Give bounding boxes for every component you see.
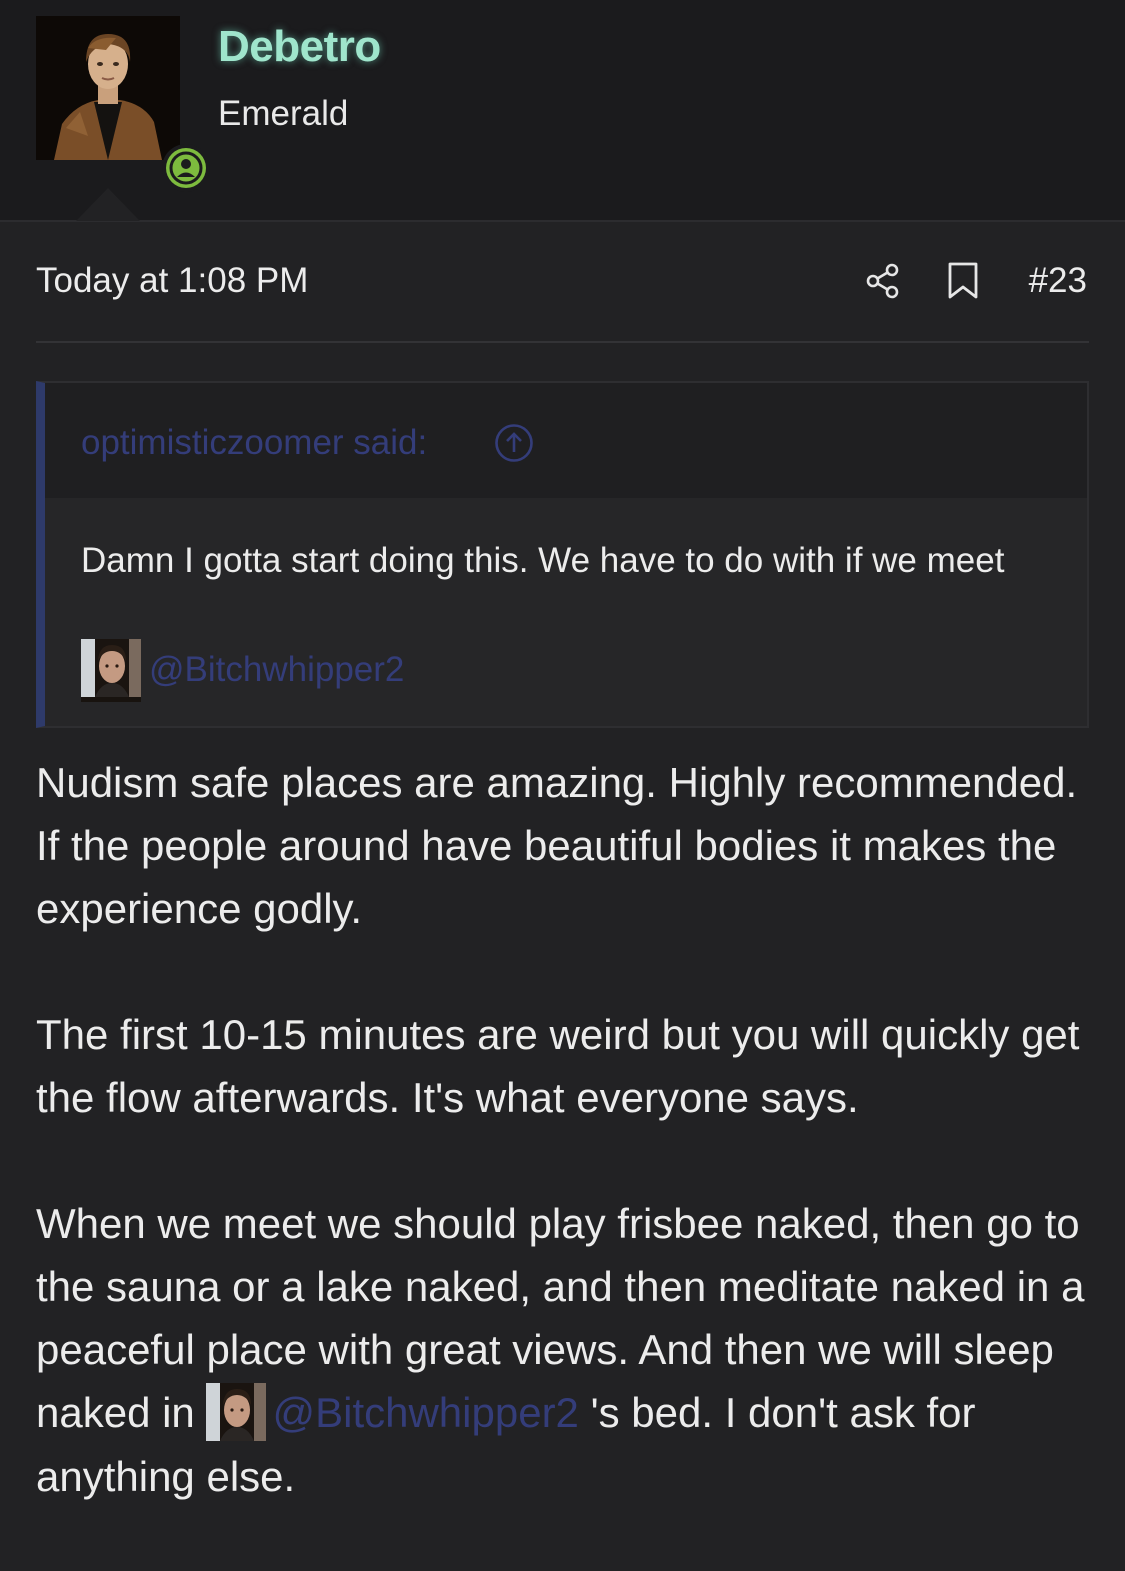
mention-avatar — [81, 638, 141, 702]
meta-divider — [36, 341, 1089, 343]
user-avatar-photo-icon — [36, 16, 180, 160]
avatar[interactable] — [36, 16, 180, 160]
online-user-icon — [166, 148, 206, 188]
quote-text: Damn I gotta start doing this. We have t… — [81, 541, 1005, 580]
quote-header: optimisticzoomer said: — [45, 383, 1087, 498]
username[interactable]: Debetro — [218, 22, 381, 72]
arrow-up-circle-icon[interactable] — [494, 423, 534, 468]
quote-block: optimisticzoomer said: Damn I gotta star… — [36, 381, 1089, 728]
quote-author-link[interactable]: optimisticzoomer said: — [81, 423, 427, 463]
bookmark-icon[interactable] — [947, 262, 979, 305]
avatar-wrapper — [36, 16, 210, 192]
mention-avatar — [206, 1382, 267, 1441]
post-timestamp[interactable]: Today at 1:08 PM — [36, 261, 308, 301]
user-title: Emerald — [218, 94, 349, 133]
paragraph: Nudism safe places are amazing. Highly r… — [36, 759, 1078, 932]
header-notch — [76, 188, 140, 221]
post-body: Nudism safe places are amazing. Highly r… — [36, 751, 1096, 1571]
share-icon[interactable] — [864, 262, 902, 305]
paragraph: When we meet we should play frisbee nake… — [36, 1192, 1096, 1508]
paragraph: The first 10-15 minutes are weird but yo… — [36, 1011, 1080, 1121]
online-status-badge — [162, 144, 210, 192]
user-header: Debetro Emerald — [0, 0, 1125, 222]
mention-link[interactable]: @Bitchwhipper2 — [149, 650, 404, 690]
mention-link[interactable]: @Bitchwhipper2 — [272, 1389, 578, 1436]
quote-mention[interactable]: @Bitchwhipper2 — [81, 638, 404, 702]
post-number-link[interactable]: #23 — [1029, 261, 1087, 301]
